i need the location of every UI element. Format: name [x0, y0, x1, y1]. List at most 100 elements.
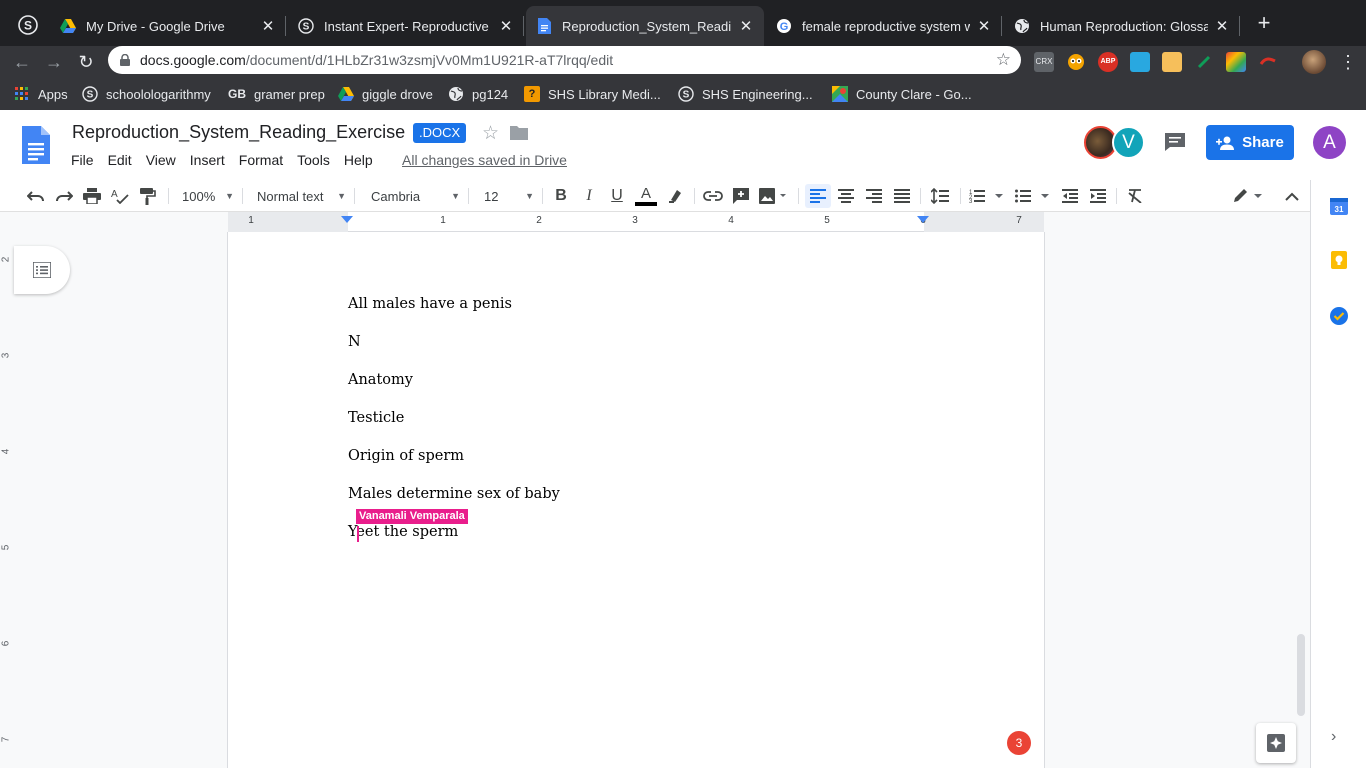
menu-view[interactable]: View — [139, 150, 183, 170]
clear-formatting-icon[interactable] — [1123, 184, 1147, 208]
bookmark-county-clare[interactable]: County Clare - Go... — [832, 84, 972, 104]
close-icon[interactable]: ✕ — [1214, 17, 1230, 35]
vertical-scrollbar[interactable] — [1297, 634, 1305, 716]
undo-icon[interactable] — [24, 184, 48, 208]
crx-extension-icon[interactable]: CRX — [1034, 52, 1054, 72]
paragraph[interactable]: Yeet the sperm — [348, 524, 458, 540]
tab-human-reproduction-glossary[interactable]: Human Reproduction: Glossary ✕ — [1004, 6, 1240, 46]
insert-link-icon[interactable] — [701, 184, 725, 208]
back-button[interactable]: ← — [10, 50, 34, 74]
menu-bar: File Edit View Insert Format Tools Help — [64, 150, 380, 170]
reload-button[interactable]: ↻ — [74, 50, 98, 74]
document-page[interactable]: All males have a penis N Anatomy Testicl… — [228, 232, 1044, 768]
menu-dots-icon[interactable]: ⋮ — [1336, 50, 1360, 74]
save-status[interactable]: All changes saved in Drive — [402, 152, 567, 168]
italic-icon[interactable]: I — [577, 184, 601, 208]
extension-blue-icon[interactable] — [1130, 52, 1150, 72]
spellcheck-icon[interactable]: A — [108, 184, 132, 208]
highlight-color-icon[interactable] — [664, 184, 688, 208]
paragraph[interactable]: Testicle — [348, 410, 404, 426]
tab-female-reproductive[interactable]: G female reproductive system wo ✕ — [766, 6, 1002, 46]
explore-button[interactable] — [1256, 723, 1296, 763]
bookmark-shs-engineering[interactable]: S SHS Engineering... — [678, 84, 813, 104]
tasks-icon[interactable] — [1329, 306, 1349, 326]
align-justify-icon[interactable] — [889, 184, 915, 208]
star-icon[interactable]: ☆ — [482, 122, 499, 145]
profile-avatar[interactable] — [1302, 50, 1326, 74]
insert-comment-icon[interactable] — [729, 184, 753, 208]
google-docs-logo-icon[interactable] — [22, 126, 50, 164]
extension-red-icon[interactable] — [1258, 52, 1278, 72]
horizontal-ruler[interactable]: 1 1 2 3 4 5 6 7 — [228, 212, 1044, 232]
menu-format[interactable]: Format — [232, 150, 290, 170]
paragraph[interactable]: Origin of sperm — [348, 448, 464, 464]
bulleted-list-icon[interactable] — [1013, 184, 1053, 208]
notification-badge[interactable]: 3 — [1007, 731, 1031, 755]
account-avatar[interactable]: A — [1313, 126, 1346, 159]
tab-instant-expert[interactable]: S Instant Expert- Reproductive S ✕ — [288, 6, 524, 46]
collapse-menus-icon[interactable] — [1280, 184, 1304, 208]
extension-color-icon[interactable] — [1226, 52, 1246, 72]
paragraph-style-select[interactable]: Normal text ▼ — [250, 184, 346, 208]
paragraph[interactable]: Anatomy — [348, 372, 413, 388]
document-title[interactable]: Reproduction_System_Reading_Exercise — [72, 122, 405, 143]
collaborator-avatar[interactable]: V — [1112, 126, 1145, 159]
calendar-icon[interactable]: 31 — [1329, 196, 1349, 216]
folder-icon[interactable] — [510, 125, 528, 140]
chevron-right-icon[interactable]: › — [1331, 728, 1336, 746]
paragraph[interactable]: N — [348, 334, 361, 350]
redo-icon[interactable] — [52, 184, 76, 208]
align-left-icon[interactable] — [805, 184, 831, 208]
extension-green-icon[interactable] — [1194, 52, 1214, 72]
close-icon[interactable]: ✕ — [738, 17, 754, 35]
menu-tools[interactable]: Tools — [290, 150, 337, 170]
forward-button[interactable]: → — [42, 50, 66, 74]
bookmark-star-icon[interactable]: ☆ — [996, 50, 1011, 70]
left-indent-marker[interactable] — [341, 216, 353, 223]
font-size-select[interactable]: 12 ▼ — [476, 184, 534, 208]
editing-mode-icon[interactable] — [1230, 184, 1266, 208]
new-tab-button[interactable]: + — [1252, 12, 1276, 36]
bold-icon[interactable]: B — [549, 184, 573, 208]
paragraph[interactable]: Males determine sex of baby — [348, 486, 560, 502]
align-center-icon[interactable] — [833, 184, 859, 208]
bookmark-giggle-drove[interactable]: giggle drove — [338, 84, 433, 104]
align-right-icon[interactable] — [861, 184, 887, 208]
adblock-icon[interactable]: ABP — [1098, 52, 1118, 72]
font-select[interactable]: Cambria ▼ — [362, 184, 460, 208]
menu-help[interactable]: Help — [337, 150, 380, 170]
paint-format-icon[interactable] — [136, 184, 160, 208]
numbered-list-icon[interactable]: 123 — [967, 184, 1007, 208]
menu-file[interactable]: File — [64, 150, 101, 170]
extension-face-icon[interactable] — [1162, 52, 1182, 72]
tab-my-drive[interactable]: My Drive - Google Drive ✕ — [50, 6, 286, 46]
bookmark-schoolologarithmy[interactable]: S schoolologarithmy — [82, 84, 211, 104]
line-spacing-icon[interactable] — [927, 184, 953, 208]
print-icon[interactable] — [80, 184, 104, 208]
bookmark-shs-library[interactable]: ? SHS Library Medi... — [524, 84, 661, 104]
share-button[interactable]: Share — [1206, 125, 1294, 160]
bookmark-pg124[interactable]: pg124 — [448, 84, 508, 104]
close-icon[interactable]: ✕ — [498, 17, 514, 35]
increase-indent-icon[interactable] — [1086, 184, 1110, 208]
comment-history-icon[interactable] — [1164, 132, 1186, 152]
menu-insert[interactable]: Insert — [183, 150, 232, 170]
close-icon[interactable]: ✕ — [260, 17, 276, 35]
right-indent-marker[interactable] — [917, 216, 929, 223]
address-bar[interactable]: docs.google.com/document/d/1HLbZr31w3zsm… — [108, 46, 1021, 74]
paragraph[interactable]: All males have a penis — [348, 296, 512, 312]
pinned-tab[interactable]: S — [8, 10, 48, 40]
tab-reproduction-system-reading[interactable]: Reproduction_System_Reading ✕ — [526, 6, 764, 46]
decrease-indent-icon[interactable] — [1058, 184, 1082, 208]
bookmark-gramer-prep[interactable]: GB gramer prep — [228, 84, 325, 104]
bookmark-apps[interactable]: Apps — [14, 84, 68, 104]
owl-extension-icon[interactable] — [1066, 52, 1086, 72]
text-color-icon[interactable]: A — [633, 184, 659, 208]
underline-icon[interactable]: U — [605, 184, 629, 208]
menu-edit[interactable]: Edit — [101, 150, 139, 170]
document-outline-button[interactable] — [14, 246, 70, 294]
insert-image-icon[interactable] — [757, 184, 791, 208]
zoom-select[interactable]: 100% ▼ — [176, 184, 234, 208]
keep-icon[interactable] — [1329, 250, 1349, 270]
close-icon[interactable]: ✕ — [976, 17, 992, 35]
